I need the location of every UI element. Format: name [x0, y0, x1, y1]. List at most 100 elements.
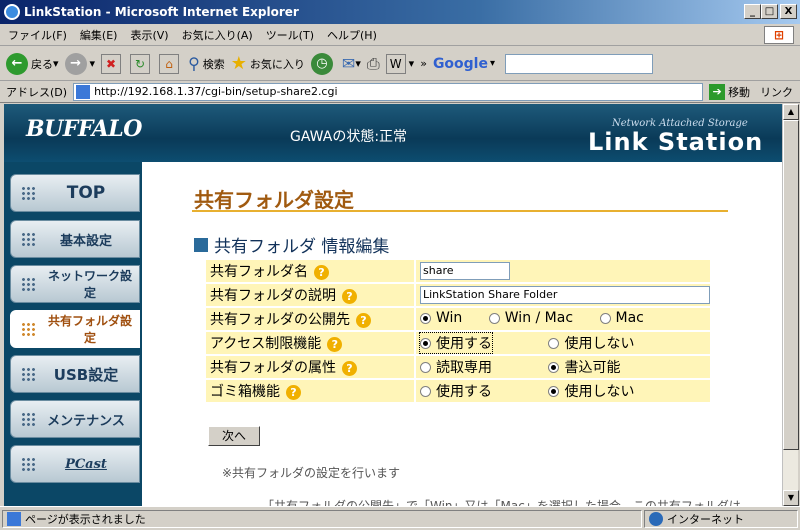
nav-pcast[interactable]: PCast [10, 445, 140, 483]
radio-label: Win / Mac [504, 310, 574, 327]
history-button[interactable]: ◷ [310, 52, 336, 75]
vertical-scrollbar[interactable]: ▲ ▼ [782, 104, 799, 506]
radio-empty-icon [599, 312, 611, 324]
field-label-cell: 共有フォルダの説明? [206, 284, 414, 306]
page-title: 共有フォルダ設定 [194, 188, 354, 212]
menu-edit[interactable]: 編集(E) [80, 27, 118, 43]
back-arrow-icon: ← [6, 52, 28, 75]
publish-label: 共有フォルダの公開先 [210, 312, 350, 328]
close-button[interactable]: X [780, 4, 797, 19]
help-icon[interactable]: ? [327, 336, 343, 352]
section-heading: 共有フォルダ 情報編集 [194, 232, 389, 257]
radio-label: Win [436, 310, 463, 327]
folder-name-input[interactable]: share [420, 262, 510, 280]
nav-network-settings[interactable]: ネットワーク設定 [10, 265, 140, 303]
folder-description-input[interactable]: LinkStation Share Folder [420, 286, 710, 304]
access-control-off-radio[interactable]: 使用しない [548, 333, 634, 353]
stop-icon: ✖ [101, 53, 122, 74]
menu-bar: ファイル(F) 編集(E) 表示(V) お気に入り(A) ツール(T) ヘルプ(… [0, 24, 800, 46]
nav-label: 共有フォルダ設定 [47, 314, 132, 345]
home-button[interactable]: ⌂ [159, 53, 182, 74]
edit-button[interactable]: W ▾ [385, 53, 414, 74]
publish-winmac-radio[interactable]: Win / Mac [488, 310, 574, 327]
stop-button[interactable]: ✖ [101, 53, 124, 74]
menu-help[interactable]: ヘルプ(H) [327, 27, 377, 43]
note-text-cut: 「共有フォルダの公開先」で「Win」又は「Mac」を選択した場合、この共有フォル… [262, 499, 741, 506]
forward-button[interactable]: → ▾ [64, 52, 95, 75]
field-value-cell: 使用する 使用しない [416, 380, 710, 402]
nav-shared-folder-settings[interactable]: 共有フォルダ設定 [10, 310, 140, 348]
form-row-trash: ゴミ箱機能? 使用する 使用しない [206, 380, 710, 402]
refresh-button[interactable]: ↻ [130, 53, 153, 74]
access-control-on-radio[interactable]: 使用する [419, 332, 493, 354]
mail-button[interactable]: ✉ ▾ [342, 54, 361, 73]
help-icon[interactable]: ? [286, 384, 301, 400]
favorites-button[interactable]: ★ お気に入り [231, 53, 305, 74]
note-text: ※共有フォルダの設定を行います [222, 466, 401, 480]
help-icon[interactable]: ? [314, 264, 329, 280]
help-icon[interactable]: ? [342, 288, 357, 304]
print-icon: ⎙ [366, 53, 380, 73]
radio-label: 書込可能 [564, 360, 621, 376]
field-value-cell: LinkStation Share Folder [416, 284, 710, 306]
nav-usb-settings[interactable]: USB設定 [10, 355, 140, 393]
form-row-name: 共有フォルダ名? share [206, 260, 710, 282]
nav-basic-settings[interactable]: 基本設定 [10, 220, 140, 258]
address-label: アドレス(D) [6, 85, 68, 99]
nav-label: メンテナンス [47, 413, 125, 429]
address-bar: アドレス(D) http://192.168.1.37/cgi-bin/setu… [0, 81, 800, 103]
publish-win-radio[interactable]: Win [420, 310, 462, 326]
radio-empty-icon [488, 312, 500, 324]
grid-icon [21, 277, 37, 291]
writable-radio[interactable]: 書込可能 [548, 357, 620, 377]
grid-icon [21, 186, 37, 200]
trash-label: ゴミ箱機能 [210, 384, 280, 400]
nav-maintenance[interactable]: メンテナンス [10, 400, 140, 438]
forward-arrow-icon: → [64, 52, 87, 75]
grid-icon [21, 412, 37, 426]
section-title: 共有フォルダ 情報編集 [214, 237, 390, 257]
publish-mac-radio[interactable]: Mac [599, 310, 644, 326]
help-icon[interactable]: ? [342, 360, 357, 376]
form-row-description: 共有フォルダの説明? LinkStation Share Folder [206, 284, 710, 306]
buffalo-logo: BUFFALO [26, 116, 142, 142]
address-url: http://192.168.1.37/cgi-bin/setup-share2… [94, 85, 338, 98]
search-button[interactable]: ⚲ 検索 [188, 54, 225, 73]
toolbar-chevron[interactable]: » [420, 57, 427, 70]
maximize-button[interactable]: □ [761, 4, 778, 19]
menu-file[interactable]: ファイル(F) [8, 27, 67, 43]
help-icon[interactable]: ? [356, 312, 371, 328]
menu-tools[interactable]: ツール(T) [266, 27, 314, 43]
address-input[interactable]: http://192.168.1.37/cgi-bin/setup-share2… [73, 82, 704, 101]
go-button[interactable]: ➔ 移動 [709, 83, 750, 100]
print-button[interactable]: ⎙ [367, 54, 380, 74]
status-text-cell: ページが表示されました [2, 509, 642, 528]
scroll-thumb[interactable] [783, 120, 799, 450]
back-label: 戻る [31, 57, 53, 71]
form-row-access-control: アクセス制限機能? 使用する 使用しない [206, 332, 710, 354]
menu-favorites[interactable]: お気に入り(A) [182, 27, 253, 43]
star-icon: ★ [230, 53, 247, 74]
menu-view[interactable]: 表示(V) [130, 27, 168, 43]
read-only-radio[interactable]: 読取専用 [420, 357, 492, 377]
minimize-button[interactable]: _ [744, 4, 761, 19]
nav-label: 基本設定 [59, 233, 112, 249]
links-button[interactable]: リンク [760, 84, 793, 100]
google-search-input[interactable] [505, 53, 654, 74]
history-icon: ◷ [310, 52, 333, 75]
square-bullet-icon [194, 237, 208, 252]
trash-on-radio[interactable]: 使用する [420, 381, 492, 401]
back-button[interactable]: ← 戻る ▾ [6, 52, 59, 75]
google-button[interactable]: Google ▾ [433, 56, 495, 72]
scroll-up-icon[interactable]: ▲ [783, 104, 799, 120]
globe-icon [649, 511, 663, 526]
nav-top[interactable]: TOP [10, 174, 140, 212]
status-text: ページが表示されました [25, 512, 146, 526]
radio-empty-icon [548, 337, 560, 349]
search-icon: ⚲ [188, 54, 200, 73]
field-label-cell: 共有フォルダ名? [206, 260, 414, 282]
zone-text: インターネット [667, 512, 744, 526]
trash-off-radio[interactable]: 使用しない [548, 381, 634, 401]
scroll-down-icon[interactable]: ▼ [783, 490, 799, 506]
next-button[interactable]: 次へ [208, 426, 260, 446]
